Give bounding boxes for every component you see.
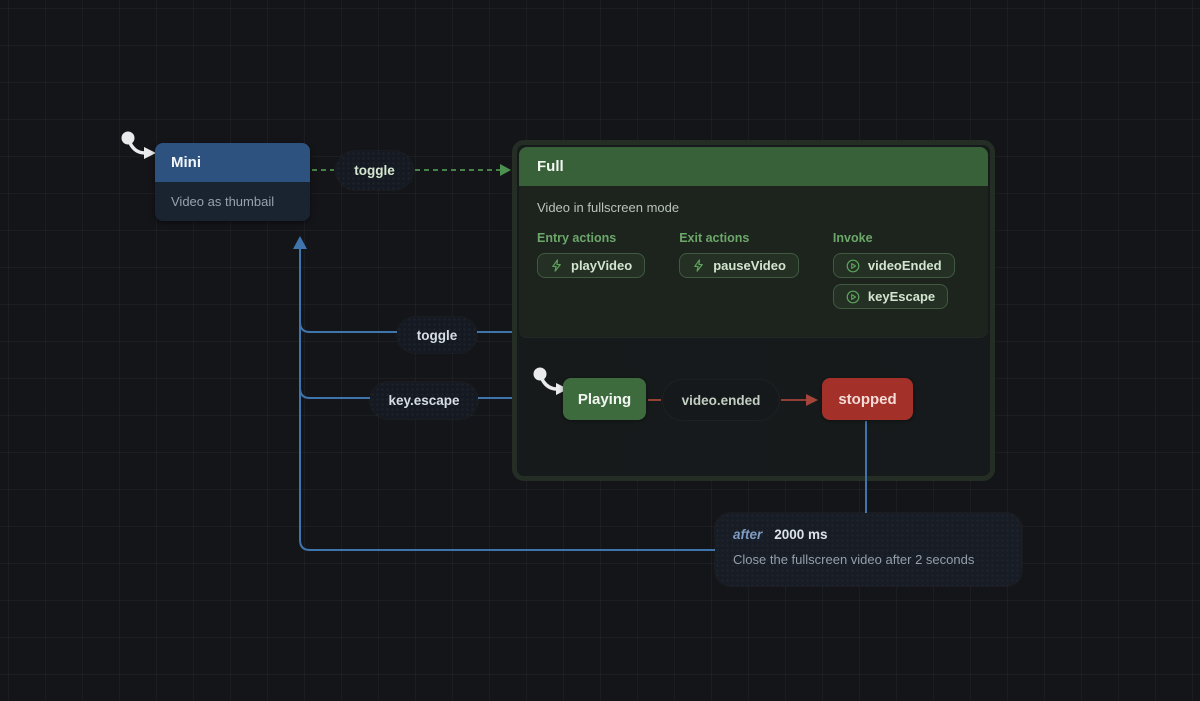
exit-action-pausevideo[interactable]: pauseVideo bbox=[679, 253, 799, 278]
after-delay-value: 2000 ms bbox=[774, 527, 827, 542]
transition-toggle-to-mini[interactable]: toggle bbox=[397, 317, 477, 353]
entry-actions-label: Entry actions bbox=[537, 231, 645, 245]
state-mini-description: Video as thumbail bbox=[155, 182, 310, 221]
invoke-keyescape-label: keyEscape bbox=[868, 289, 935, 304]
transition-toggle-to-full[interactable]: toggle bbox=[336, 151, 413, 190]
state-playing-title: Playing bbox=[578, 391, 631, 408]
invoke-keyescape[interactable]: keyEscape bbox=[833, 284, 948, 309]
after-keyword: after bbox=[733, 527, 762, 542]
invoke-label: Invoke bbox=[833, 231, 955, 245]
transition-toggle-to-full-label: toggle bbox=[354, 163, 395, 178]
entry-action-playvideo-label: playVideo bbox=[571, 258, 632, 273]
transition-key-escape[interactable]: key.escape bbox=[370, 382, 478, 419]
state-full-description: Video in fullscreen mode bbox=[519, 186, 988, 219]
play-circle-icon bbox=[846, 259, 860, 273]
state-full-title[interactable]: Full bbox=[519, 147, 988, 186]
state-full-actions: Entry actions playVideo Exit actions pau… bbox=[519, 219, 988, 321]
state-mini-title[interactable]: Mini bbox=[155, 143, 310, 182]
exit-action-pausevideo-label: pauseVideo bbox=[713, 258, 786, 273]
entry-action-playvideo[interactable]: playVideo bbox=[537, 253, 645, 278]
state-stopped[interactable]: stopped bbox=[822, 378, 913, 420]
state-stopped-title: stopped bbox=[838, 391, 896, 408]
bolt-icon bbox=[692, 259, 705, 272]
transition-toggle-to-mini-label: toggle bbox=[417, 328, 458, 343]
invoke-videoended-label: videoEnded bbox=[868, 258, 942, 273]
invoke-column: Invoke videoEnded keyEscape bbox=[833, 231, 955, 309]
transition-video-ended[interactable]: video.ended bbox=[663, 380, 779, 420]
play-circle-icon bbox=[846, 290, 860, 304]
exit-actions-label: Exit actions bbox=[679, 231, 799, 245]
transition-key-escape-label: key.escape bbox=[388, 393, 459, 408]
after-delay-description: Close the fullscreen video after 2 secon… bbox=[733, 552, 1004, 567]
after-delay-row: after 2000 ms bbox=[733, 527, 1004, 542]
bolt-icon bbox=[550, 259, 563, 272]
invoke-videoended[interactable]: videoEnded bbox=[833, 253, 955, 278]
entry-actions-column: Entry actions playVideo bbox=[537, 231, 645, 309]
state-mini[interactable]: Mini Video as thumbail bbox=[155, 143, 310, 221]
statechart-canvas[interactable]: { "machine": { "states": { "mini": { "ti… bbox=[0, 0, 1200, 701]
transition-video-ended-label: video.ended bbox=[682, 393, 761, 408]
initial-state-marker-root bbox=[118, 129, 158, 161]
exit-actions-column: Exit actions pauseVideo bbox=[679, 231, 799, 309]
state-playing[interactable]: Playing bbox=[563, 378, 646, 420]
state-full-card[interactable]: Full Video in fullscreen mode Entry acti… bbox=[519, 147, 988, 337]
transition-after-delay[interactable]: after 2000 ms Close the fullscreen video… bbox=[715, 513, 1022, 586]
